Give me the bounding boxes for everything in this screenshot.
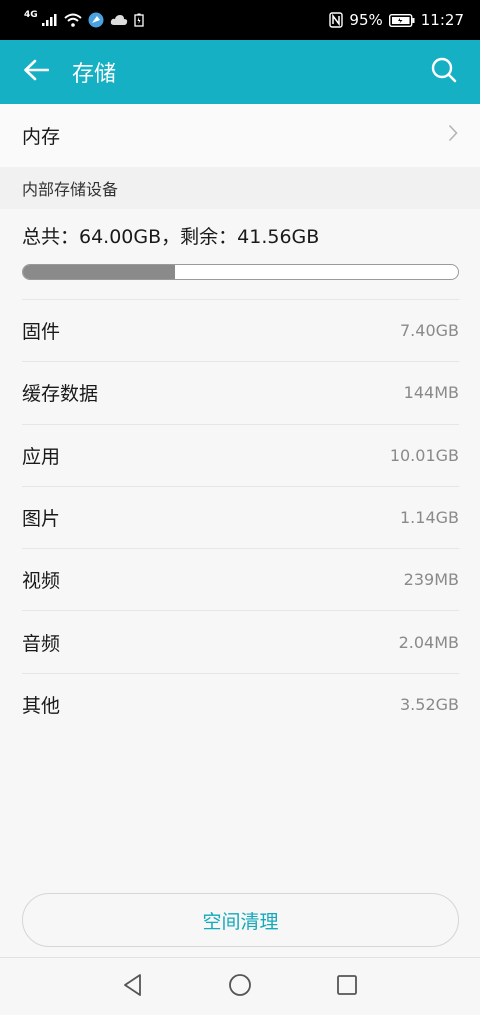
nav-recents-button[interactable] <box>317 958 377 1015</box>
storage-category-list: 固件 7.40GB 缓存数据 144MB 应用 10.01GB 图片 1.14G… <box>22 299 459 735</box>
item-label: 音频 <box>22 632 61 655</box>
search-button[interactable] <box>408 40 480 104</box>
list-item[interactable]: 固件 7.40GB <box>22 299 459 361</box>
section-header: 内部存储设备 <box>0 167 480 209</box>
nav-home-button[interactable] <box>210 958 270 1015</box>
wifi-icon <box>63 13 82 27</box>
list-item[interactable]: 缓存数据 144MB <box>22 361 459 423</box>
app-bar: 存储 <box>0 40 480 104</box>
recents-square-icon <box>336 974 358 1000</box>
home-circle-icon <box>228 973 252 1001</box>
item-label: 其他 <box>22 694 61 717</box>
back-button[interactable] <box>0 40 72 104</box>
arrow-left-icon <box>23 59 50 85</box>
app-notification-icon <box>88 12 104 28</box>
battery-icon <box>388 13 415 27</box>
signal-icon <box>41 14 58 26</box>
nav-back-button[interactable] <box>103 958 163 1015</box>
item-value: 7.40GB <box>400 321 459 341</box>
memory-row[interactable]: 内存 <box>0 104 480 167</box>
navigation-bar <box>0 957 480 1015</box>
battery-saver-icon <box>134 13 144 27</box>
item-label: 图片 <box>22 508 61 531</box>
list-item[interactable]: 图片 1.14GB <box>22 485 459 548</box>
item-value: 239MB <box>403 570 459 590</box>
list-item[interactable]: 视频 239MB <box>22 548 459 610</box>
item-value: 144MB <box>403 383 459 403</box>
list-item[interactable]: 音频 2.04MB <box>22 610 459 672</box>
list-item[interactable]: 应用 10.01GB <box>22 423 459 486</box>
space-clean-button[interactable]: 空间清理 <box>22 893 459 947</box>
item-label: 固件 <box>22 321 61 344</box>
item-value: 1.14GB <box>400 508 459 528</box>
item-label: 缓存数据 <box>22 383 99 406</box>
cloud-icon <box>110 14 128 26</box>
item-value: 3.52GB <box>400 694 459 714</box>
battery-percent: 95% <box>349 11 383 29</box>
clock: 11:27 <box>420 11 464 29</box>
storage-progress-fill <box>23 265 176 279</box>
status-left-icons: 4G <box>24 10 144 28</box>
page-title: 存储 <box>72 62 117 87</box>
storage-summary: 总共：64.00GB，剩余：41.56GB <box>22 226 320 248</box>
status-bar: 4G 95% 11:27 <box>0 0 480 40</box>
nfc-icon <box>329 12 344 28</box>
item-label: 视频 <box>22 570 61 593</box>
chevron-right-icon <box>448 124 458 147</box>
back-triangle-icon <box>122 973 144 1001</box>
search-icon <box>431 57 457 87</box>
item-value: 2.04MB <box>398 632 459 652</box>
memory-label: 内存 <box>22 126 61 148</box>
status-right-icons: 95% 11:27 <box>329 11 464 29</box>
item-value: 10.01GB <box>389 445 459 465</box>
item-label: 应用 <box>22 445 61 468</box>
storage-progress-bar <box>22 264 459 280</box>
network-type: 4G <box>24 10 38 20</box>
list-item[interactable]: 其他 3.52GB <box>22 672 459 735</box>
